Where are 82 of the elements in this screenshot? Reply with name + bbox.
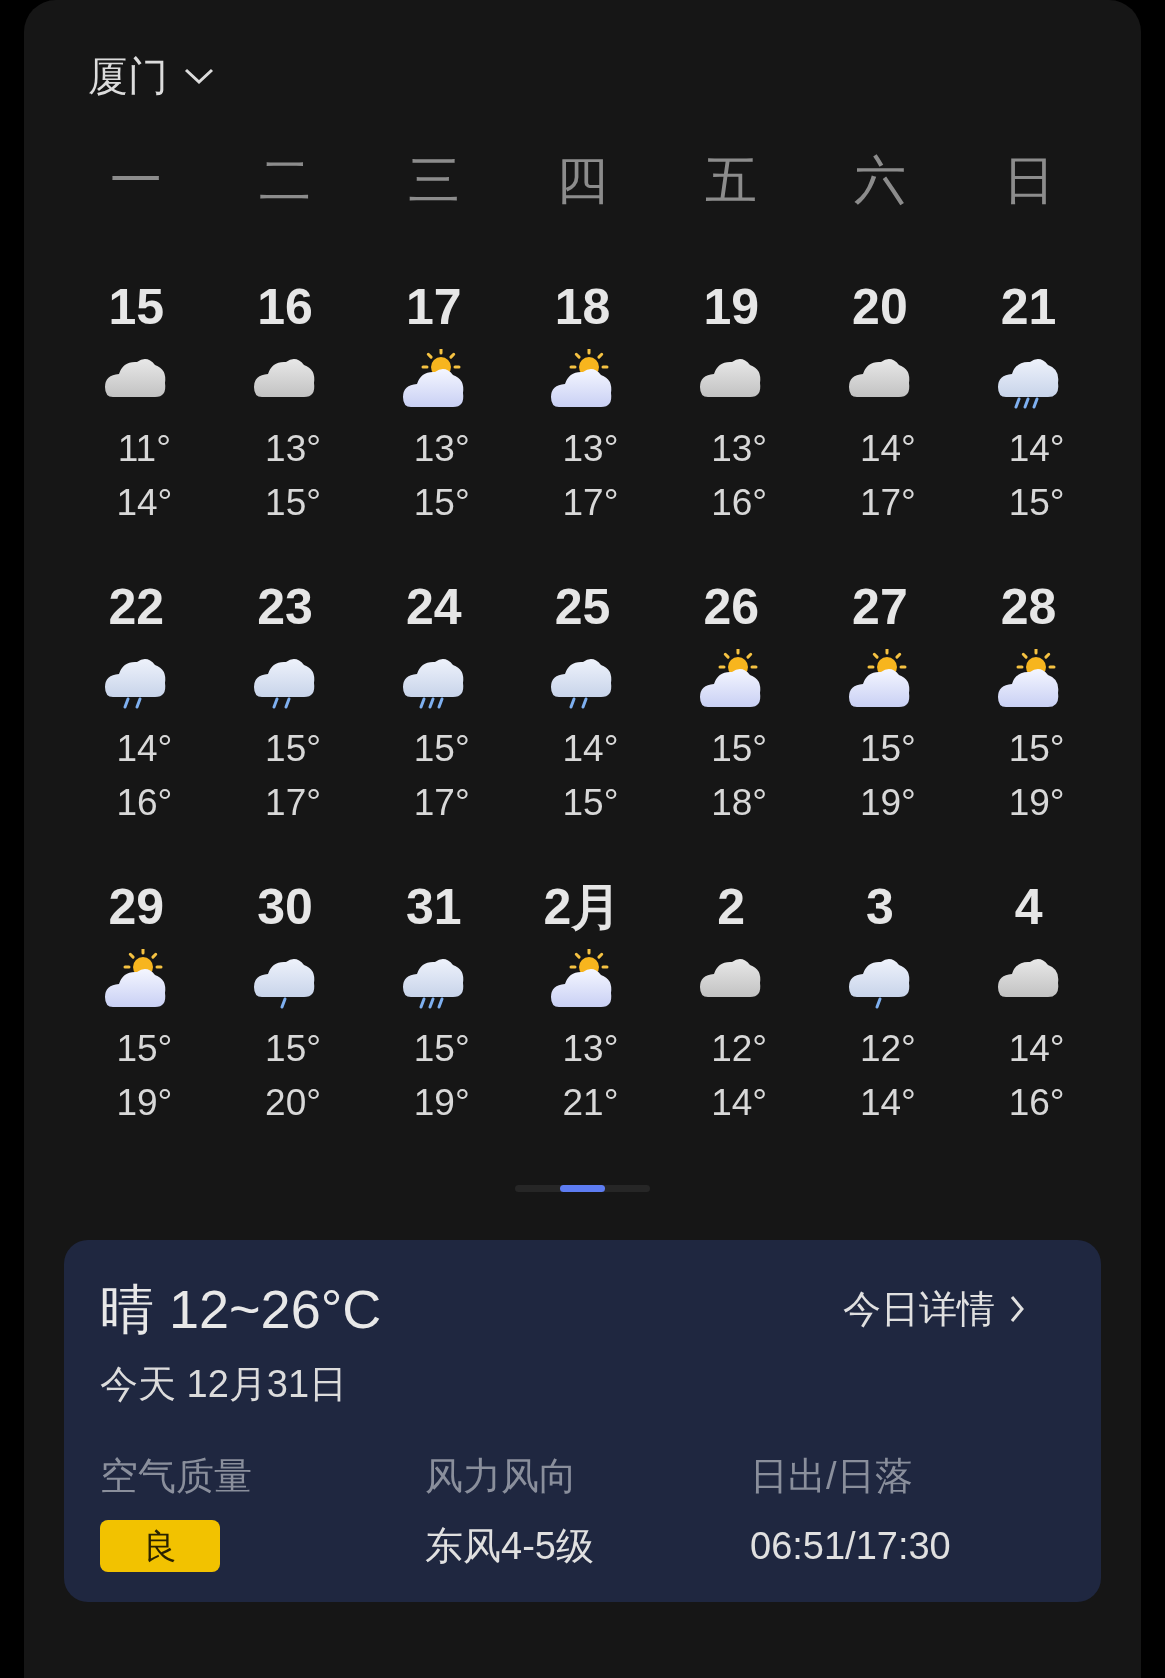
weekday-label: 四 (555, 150, 610, 211)
day-number: 21 (1000, 278, 1057, 337)
day-number: 18 (554, 278, 611, 337)
low-temperature: 14° (1007, 1027, 1065, 1071)
high-temperature: 17° (264, 781, 322, 825)
high-temperature: 14° (115, 481, 173, 525)
weekday-label: 日 (1001, 150, 1056, 211)
high-temperature: 16° (710, 481, 768, 525)
day-number: 17 (405, 278, 462, 337)
day-number: 25 (554, 578, 611, 637)
low-temperature: 13° (264, 427, 322, 471)
low-temperature: 15° (412, 1027, 470, 1071)
high-temperature: 15° (1007, 481, 1065, 525)
day-number: 24 (405, 578, 462, 637)
day-number: 23 (257, 578, 313, 637)
stat-label: 日出/日落 (750, 1454, 913, 1499)
day-number: 4 (1014, 878, 1043, 937)
low-temperature: 15° (412, 727, 470, 771)
low-temperature: 15° (264, 1027, 322, 1071)
day-number: 16 (257, 278, 313, 337)
low-temperature: 13° (412, 427, 470, 471)
day-number: 15 (108, 278, 165, 337)
high-temperature: 18° (710, 781, 768, 825)
weekday-label: 二 (258, 150, 313, 211)
low-temperature: 15° (115, 1027, 173, 1071)
high-temperature: 14° (858, 1081, 916, 1125)
high-temperature: 17° (412, 781, 470, 825)
low-temperature: 11° (116, 427, 171, 471)
chevron-right-icon (1009, 1294, 1025, 1324)
weekday-label: 五 (704, 150, 759, 211)
high-temperature: 20° (264, 1081, 322, 1125)
day-number: 29 (108, 878, 165, 937)
low-temperature: 12° (710, 1027, 768, 1071)
high-temperature: 15° (561, 781, 619, 825)
day-number: 22 (108, 578, 165, 637)
air-quality-badge: 良 (100, 1520, 220, 1572)
stat-label: 风力风向 (425, 1454, 577, 1499)
day-number: 26 (703, 578, 759, 637)
chevron-down-icon (184, 67, 214, 85)
high-temperature: 19° (115, 1081, 173, 1125)
details-link[interactable]: 今日详情 (843, 1283, 1065, 1335)
high-temperature: 14° (710, 1081, 768, 1125)
day-number: 28 (1000, 578, 1057, 637)
weekday-label: 一 (109, 150, 164, 211)
low-temperature: 14° (561, 727, 619, 771)
high-temperature: 19° (412, 1081, 470, 1125)
low-temperature: 15° (710, 727, 768, 771)
high-temperature: 17° (858, 481, 916, 525)
stat-label: 空气质量 (100, 1454, 252, 1499)
day-number: 20 (852, 278, 908, 337)
low-temperature: 14° (1007, 427, 1065, 471)
day-number: 31 (405, 878, 462, 937)
low-temperature: 15° (264, 727, 322, 771)
stat-value: 06:51/17:30 (750, 1524, 951, 1569)
low-temperature: 13° (710, 427, 768, 471)
high-temperature: 17° (561, 481, 619, 525)
city-selector[interactable]: 厦门 (88, 48, 214, 104)
low-temperature: 14° (115, 727, 173, 771)
day-number: 30 (257, 878, 313, 937)
low-temperature: 13° (561, 1027, 619, 1071)
high-temperature: 16° (115, 781, 173, 825)
low-temperature: 15° (858, 727, 916, 771)
today-date: 今天 12月31日 (100, 1362, 349, 1407)
day-number: 3 (866, 878, 894, 937)
high-temperature: 16° (1007, 1081, 1065, 1125)
low-temperature: 13° (561, 427, 619, 471)
high-temperature: 19° (1007, 781, 1065, 825)
day-number: 2 (717, 878, 746, 937)
high-temperature: 19° (858, 781, 916, 825)
high-temperature: 15° (264, 481, 322, 525)
low-temperature: 12° (858, 1027, 916, 1071)
weekday-label: 三 (406, 150, 461, 211)
high-temperature: 21° (561, 1081, 619, 1125)
weather-summary: 晴 12~26°C (100, 1278, 382, 1341)
low-temperature: 14° (858, 427, 916, 471)
day-number: 19 (703, 278, 759, 337)
day-number: 2月 (543, 878, 622, 937)
weekday-label: 六 (852, 150, 907, 211)
low-temperature: 15° (1007, 727, 1065, 771)
high-temperature: 15° (412, 481, 470, 525)
stat-value: 东风4-5级 (425, 1524, 594, 1569)
day-number: 27 (852, 578, 908, 637)
